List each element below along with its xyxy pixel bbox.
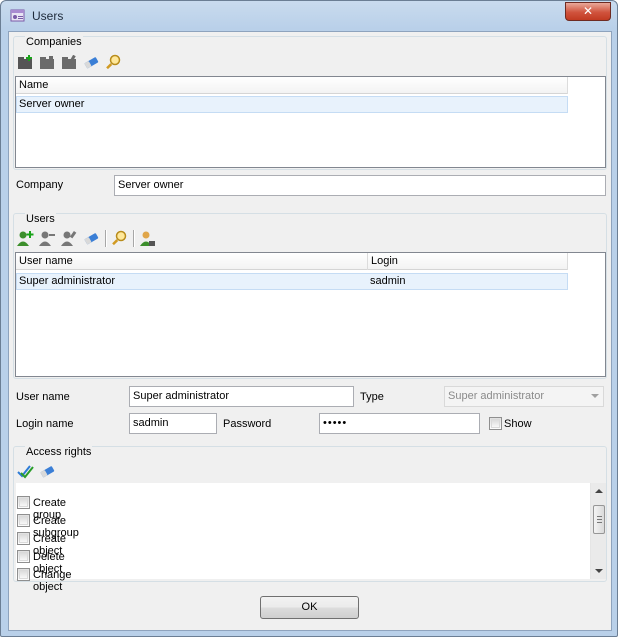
dialog-content: Companies Name Server owner Company Serv… xyxy=(8,31,612,631)
access-rights-group-title: Access rights xyxy=(25,446,93,458)
access-rights-list[interactable]: Create group Create subgroup Create obje… xyxy=(16,483,606,593)
users-list-header: User name Login xyxy=(16,253,568,270)
company-field[interactable]: Server owner xyxy=(114,175,606,196)
access-right-label: Change object xyxy=(33,569,72,593)
users-group-title: Users xyxy=(25,213,56,225)
column-header-name[interactable]: Name xyxy=(16,77,568,94)
search-icon[interactable] xyxy=(104,53,123,72)
login-cell: sadmin xyxy=(370,275,406,287)
user-group-icon[interactable] xyxy=(138,229,157,248)
grip-line xyxy=(597,519,602,520)
ok-button[interactable]: OK xyxy=(260,596,359,619)
checkbox-box xyxy=(19,552,28,561)
show-password-label: Show xyxy=(504,418,532,430)
companies-toolbar xyxy=(16,52,126,72)
users-toolbar xyxy=(16,228,160,248)
scroll-up-icon[interactable] xyxy=(595,489,603,493)
type-label: Type xyxy=(360,391,384,403)
access-rights-scrollbar[interactable] xyxy=(590,483,606,579)
column-header-user-name[interactable]: User name xyxy=(16,253,368,270)
checkbox-box xyxy=(19,534,28,543)
column-header-login[interactable]: Login xyxy=(368,253,568,270)
checkbox-box xyxy=(19,570,28,579)
password-label: Password xyxy=(223,418,272,430)
access-rights-toolbar xyxy=(16,461,60,481)
user-name-label: User name xyxy=(16,391,70,403)
chevron-down-icon xyxy=(591,394,599,398)
eraser-icon[interactable] xyxy=(82,53,101,72)
access-right-checkbox[interactable] xyxy=(17,568,30,581)
close-icon: ✕ xyxy=(582,4,594,18)
users-window: Users ✕ Companies Name Server owner Comp… xyxy=(0,0,618,637)
users-list[interactable]: User name Login Super administrator sadm… xyxy=(15,252,606,377)
checkbox-box xyxy=(19,498,28,507)
password-field[interactable]: ••••• xyxy=(319,413,480,434)
checkbox-box xyxy=(19,516,28,525)
title-bar[interactable]: Users ✕ xyxy=(1,1,617,31)
folder-icon[interactable] xyxy=(38,53,57,72)
show-password-checkbox[interactable] xyxy=(489,417,502,430)
users-app-icon xyxy=(10,9,25,22)
grip-line xyxy=(597,522,602,523)
companies-list[interactable]: Name Server owner xyxy=(15,76,606,168)
type-select-value: Super administrator xyxy=(448,390,544,402)
edit-user-icon[interactable] xyxy=(60,229,79,248)
companies-list-header: Name xyxy=(16,77,568,94)
access-right-checkbox[interactable] xyxy=(17,532,30,545)
check-all-icon[interactable] xyxy=(16,462,35,481)
grip-line xyxy=(597,516,602,517)
login-name-label: Login name xyxy=(16,418,74,430)
search-icon[interactable] xyxy=(110,229,129,248)
eraser-icon[interactable] xyxy=(82,229,101,248)
table-row[interactable]: Super administrator sadmin xyxy=(16,273,568,290)
company-name-cell: Server owner xyxy=(19,98,85,110)
user-name-cell: Super administrator xyxy=(19,275,115,287)
table-row[interactable]: Server owner xyxy=(16,96,568,113)
remove-user-icon[interactable] xyxy=(38,229,57,248)
user-name-field[interactable]: Super administrator xyxy=(129,386,354,407)
toolbar-separator xyxy=(105,229,106,247)
login-name-field[interactable]: sadmin xyxy=(129,413,217,434)
window-title: Users xyxy=(32,9,64,23)
type-select[interactable]: Super administrator xyxy=(444,386,604,407)
edit-folder-icon[interactable] xyxy=(60,53,79,72)
access-right-checkbox[interactable] xyxy=(17,550,30,563)
access-right-checkbox[interactable] xyxy=(17,496,30,509)
eraser-icon[interactable] xyxy=(38,462,57,481)
close-button[interactable]: ✕ xyxy=(565,2,611,21)
access-right-checkbox[interactable] xyxy=(17,514,30,527)
add-folder-icon[interactable] xyxy=(16,53,35,72)
checkbox-box xyxy=(491,419,500,428)
scroll-down-icon[interactable] xyxy=(595,569,603,573)
add-user-icon[interactable] xyxy=(16,229,35,248)
scroll-thumb[interactable] xyxy=(593,505,605,534)
companies-group-title: Companies xyxy=(25,36,83,48)
toolbar-separator xyxy=(133,229,134,247)
company-label: Company xyxy=(16,179,64,191)
